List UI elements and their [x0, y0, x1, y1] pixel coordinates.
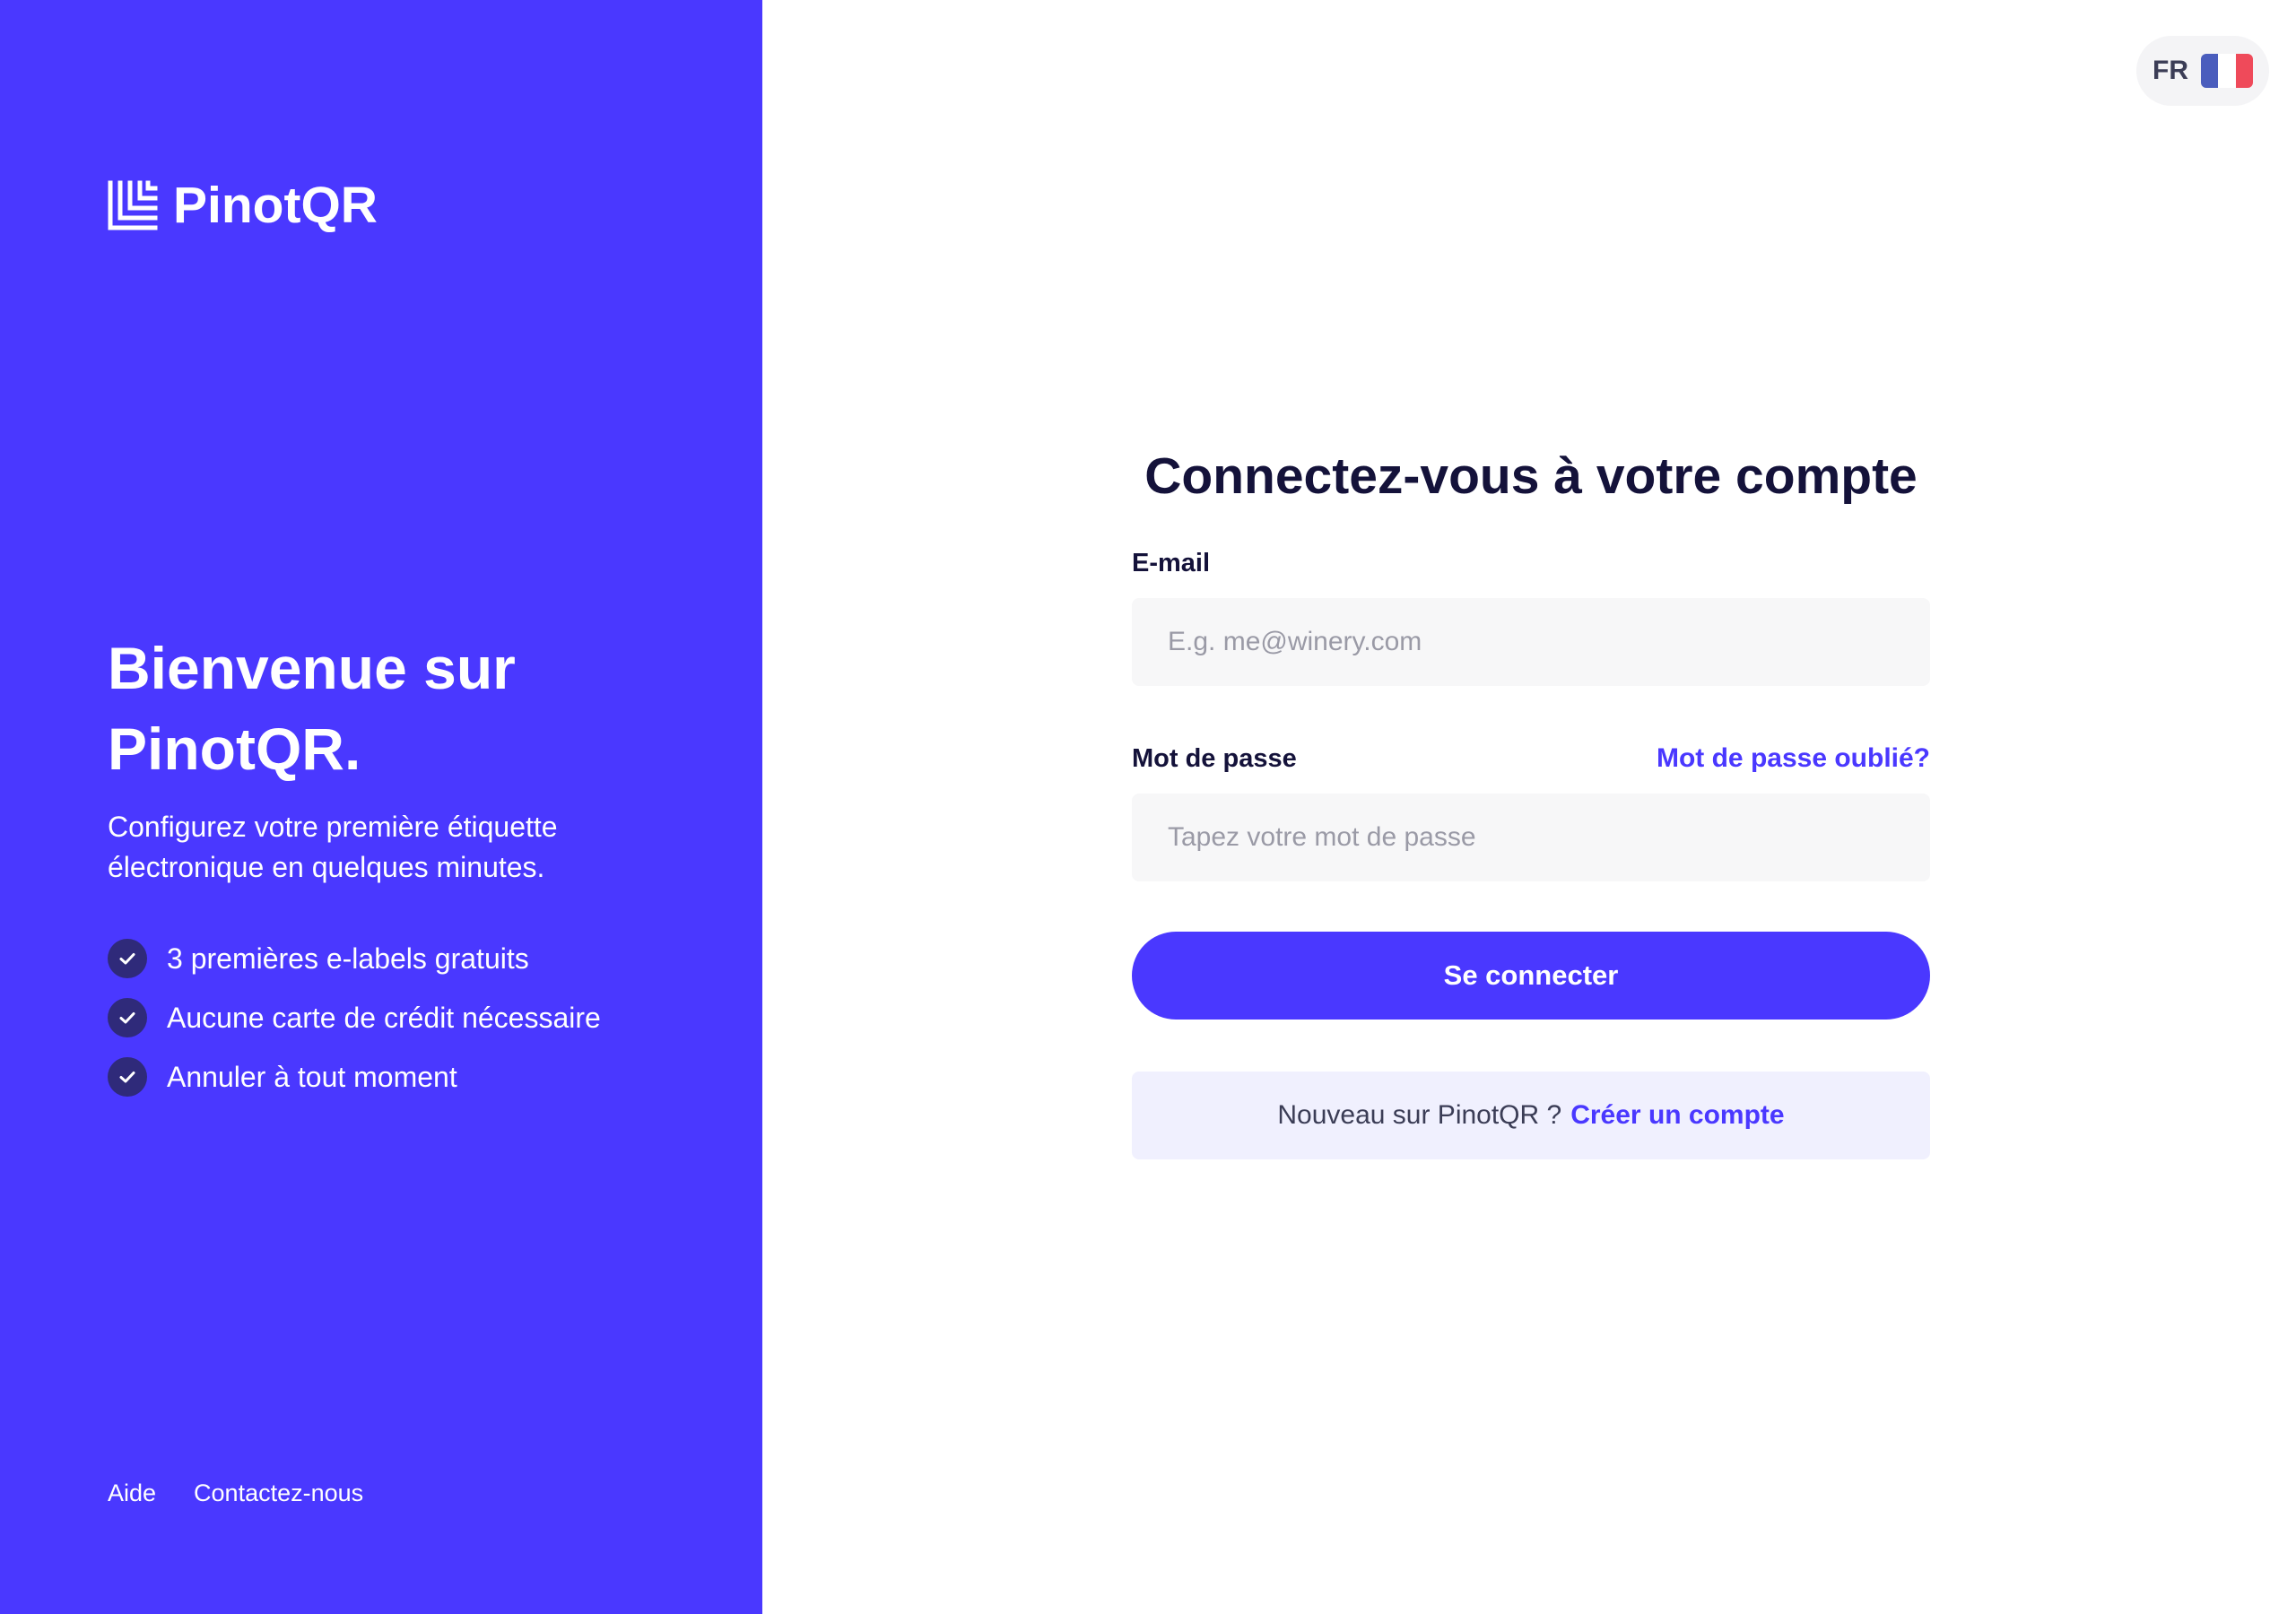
login-panel: FR Connectez-vous à votre compte E-mail …: [762, 0, 2296, 1614]
pinotqr-logo-icon: [108, 180, 158, 230]
feature-text: Annuler à tout moment: [167, 1060, 457, 1093]
feature-item: Aucune carte de crédit nécessaire: [108, 988, 601, 1047]
welcome-subtitle-line2: électronique en quelques minutes.: [108, 851, 545, 883]
check-icon: [108, 1057, 147, 1097]
feature-item: Annuler à tout moment: [108, 1047, 601, 1106]
password-label-row: Mot de passe Mot de passe oublié?: [1132, 743, 1930, 774]
signup-box: Nouveau sur PinotQR ? Créer un compte: [1132, 1072, 1930, 1159]
password-input[interactable]: [1132, 794, 1930, 881]
email-input[interactable]: [1132, 598, 1930, 686]
feature-text: 3 premières e-labels gratuits: [167, 941, 529, 975]
brand-logo[interactable]: PinotQR: [107, 176, 378, 235]
language-selector[interactable]: FR: [2136, 36, 2269, 106]
form-title: Connectez-vous à votre compte: [1144, 447, 1918, 505]
email-label: E-mail: [1132, 549, 1211, 577]
signup-prompt: Nouveau sur PinotQR ?: [1277, 1100, 1562, 1130]
welcome-title: Bienvenue sur PinotQR.: [108, 628, 664, 789]
welcome-title-line2: PinotQR.: [108, 716, 361, 782]
language-code: FR: [2152, 56, 2188, 85]
login-form: Connectez-vous à votre compte E-mail Mot…: [1132, 439, 1930, 1159]
check-icon: [108, 939, 147, 978]
feature-item: 3 premières e-labels gratuits: [108, 929, 601, 988]
contact-link[interactable]: Contactez-nous: [194, 1480, 363, 1507]
welcome-subtitle: Configurez votre première étiquette élec…: [108, 807, 664, 888]
brand-panel: PinotQR Bienvenue sur PinotQR. Configure…: [0, 0, 762, 1614]
welcome-title-line1: Bienvenue sur: [108, 635, 516, 701]
login-button[interactable]: Se connecter: [1132, 932, 1930, 1020]
france-flag-icon: [2201, 54, 2253, 88]
welcome-section: Bienvenue sur PinotQR. Configurez votre …: [108, 628, 664, 888]
feature-text: Aucune carte de crédit nécessaire: [167, 1001, 601, 1034]
welcome-subtitle-line1: Configurez votre première étiquette: [108, 811, 558, 843]
password-label: Mot de passe: [1132, 743, 1297, 773]
brand-name: PinotQR: [173, 177, 378, 234]
help-link[interactable]: Aide: [108, 1480, 156, 1507]
login-page: PinotQR Bienvenue sur PinotQR. Configure…: [0, 0, 2296, 1614]
create-account-link[interactable]: Créer un compte: [1570, 1100, 1784, 1131]
forgot-password-link[interactable]: Mot de passe oublié?: [1657, 743, 1930, 774]
footer-links: Aide Contactez-nous: [108, 1480, 363, 1507]
check-icon: [108, 998, 147, 1037]
feature-list: 3 premières e-labels gratuits Aucune car…: [108, 929, 601, 1106]
